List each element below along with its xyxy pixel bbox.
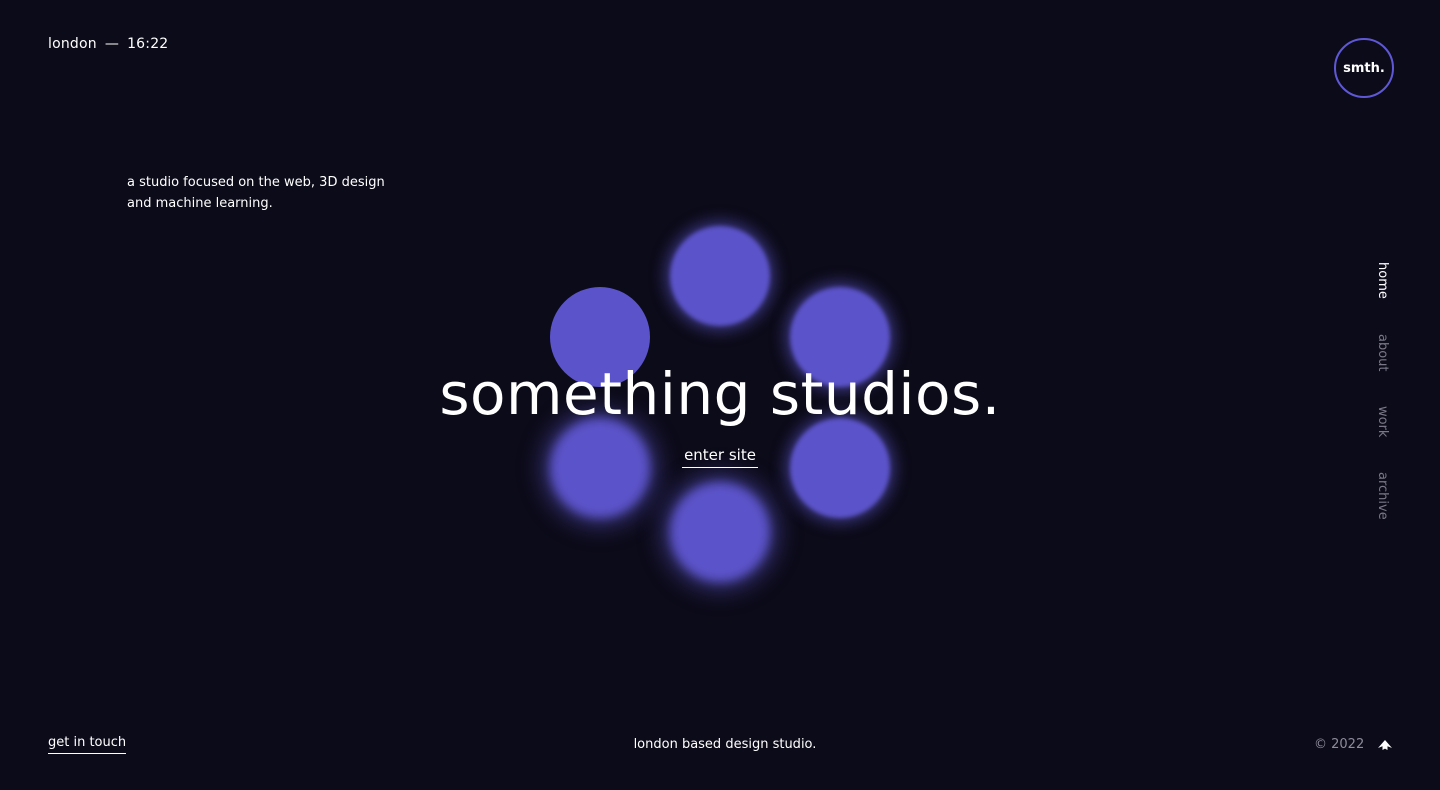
nav-item-archive[interactable]: archive [1366, 472, 1390, 520]
logo-button[interactable]: smth. [1334, 38, 1394, 98]
footer-tagline: london based design studio. [633, 737, 817, 752]
clock-time: 16:22 [127, 36, 169, 52]
description-line-1: a studio focused on the web, 3D design [127, 175, 385, 190]
location-time: london — 16:22 [48, 36, 168, 52]
orb-bottom [670, 482, 770, 582]
city-label: london [48, 36, 97, 52]
orb-lower-right [790, 418, 890, 518]
enter-site-link[interactable]: enter site [682, 446, 758, 468]
nav-item-home[interactable]: home [1366, 262, 1390, 299]
hero-title: something studios. [439, 360, 1001, 428]
orb-top [670, 226, 770, 326]
nav-item-about[interactable]: about [1366, 334, 1390, 372]
studio-description: a studio focused on the web, 3D design a… [127, 172, 427, 214]
copyright-text: © 2022 [1314, 737, 1365, 752]
separator: — [104, 36, 120, 52]
landing-page: london — 16:22 smth. a studio focused on… [0, 0, 1440, 790]
arrow-up-icon[interactable] [1376, 737, 1394, 753]
orb-lower-left [550, 418, 650, 518]
nav-item-work[interactable]: work [1366, 406, 1390, 437]
logo-text: smth. [1343, 60, 1385, 76]
description-line-2: and machine learning. [127, 196, 273, 211]
